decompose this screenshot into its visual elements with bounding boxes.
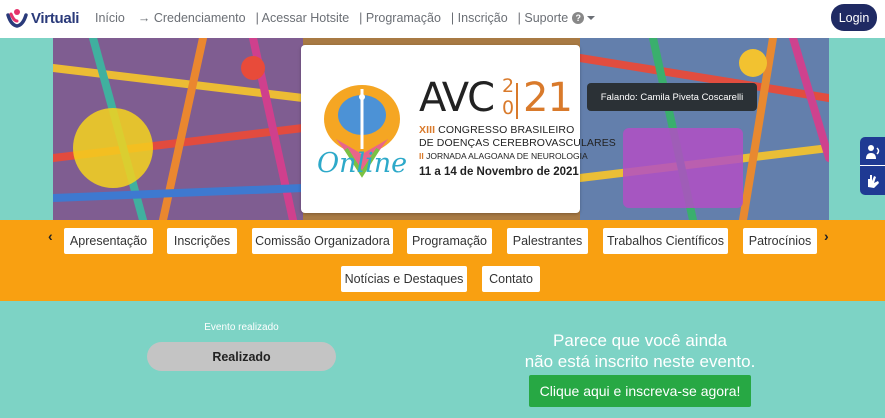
congress-edition: XIII xyxy=(419,124,436,136)
year-divider xyxy=(516,83,518,119)
congress-line-1: XIII CONGRESSO BRASILEIRO xyxy=(419,124,574,136)
login-button[interactable]: Login xyxy=(831,4,877,31)
nav-suporte-label: | Suporte xyxy=(517,11,569,25)
event-status-label: Evento realizado xyxy=(204,322,279,333)
hands-icon xyxy=(867,175,879,188)
event-tab-bar: ‹ › Apresentação Inscrições Comissão Org… xyxy=(0,220,885,301)
tab-palestrantes[interactable]: Palestrantes xyxy=(507,228,588,254)
sign-language-icon xyxy=(865,144,879,159)
accessibility-widget xyxy=(860,137,885,195)
speaker-tooltip: Falando: Camila Piveta Coscarelli xyxy=(587,83,757,111)
registration-message-line-2: não está inscrito neste evento. xyxy=(524,352,756,371)
nav-suporte[interactable]: | Suporte? xyxy=(518,11,596,25)
year-digit-top: 2 xyxy=(502,75,515,97)
virtuali-logo[interactable]: Virtuali xyxy=(6,8,79,28)
congress-line-3: II JORNADA ALAGOANA DE NEUROLOGIA xyxy=(419,151,588,161)
jornada-name: JORNADA ALAGOANA DE NEUROLOGIA xyxy=(423,151,588,161)
congress-line-2: DE DOENÇAS CEREBROVASCULARES xyxy=(419,137,616,149)
tabs-next-arrow[interactable]: › xyxy=(824,228,829,244)
event-status-badge: Realizado xyxy=(147,342,336,371)
tab-noticias-destaques[interactable]: Notícias e Destaques xyxy=(341,266,467,292)
registration-message: Parece que você ainda não está inscrito … xyxy=(510,330,770,372)
banner-title: AVC xyxy=(419,75,495,121)
online-label: Online xyxy=(317,148,408,179)
event-dates: 11 a 14 de Novembro de 2021 xyxy=(419,166,579,178)
year-digit-bottom: 0 xyxy=(502,97,515,119)
nav-programacao[interactable]: | Programação xyxy=(359,11,441,25)
event-logo-card: Online AVC 2 0 21 XIII CONGRESSO BRASILE… xyxy=(301,45,616,213)
tab-apresentacao[interactable]: Apresentação xyxy=(64,228,153,254)
nav-inscricao[interactable]: | Inscrição xyxy=(451,11,508,25)
year-digits: 21 xyxy=(523,75,573,121)
register-now-button[interactable]: Clique aqui e inscreva-se agora! xyxy=(529,375,751,407)
nav-acessar-hotsite[interactable]: | Acessar Hotsite xyxy=(256,11,350,25)
accessibility-libras-button[interactable] xyxy=(860,167,885,195)
congress-name: CONGRESSO BRASILEIRO xyxy=(435,124,575,136)
accessibility-audio-button[interactable] xyxy=(860,138,885,166)
registration-message-line-1: Parece que você ainda xyxy=(553,331,727,350)
help-icon: ? xyxy=(572,12,585,24)
nav-credenciamento[interactable]: → Credenciamento xyxy=(138,11,246,25)
virtuali-logo-icon xyxy=(6,9,28,28)
tab-trabalhos-cientificos[interactable]: Trabalhos Científicos xyxy=(603,228,728,254)
tab-contato[interactable]: Contato xyxy=(482,266,540,292)
brand-name: Virtuali xyxy=(31,9,80,27)
nav-inicio[interactable]: Início xyxy=(95,11,125,25)
nav-links: Início → Credenciamento | Acessar Hotsit… xyxy=(95,11,605,25)
tab-patrocinios[interactable]: Patrocínios xyxy=(743,228,817,254)
top-navbar: Virtuali Início → Credenciamento | Acess… xyxy=(0,0,885,38)
tab-comissao-organizadora[interactable]: Comissão Organizadora xyxy=(252,228,393,254)
event-banner: Online AVC 2 0 21 XIII CONGRESSO BRASILE… xyxy=(53,38,829,220)
tabs-prev-arrow[interactable]: ‹ xyxy=(48,228,53,244)
tab-inscricoes[interactable]: Inscrições xyxy=(167,228,237,254)
chevron-down-icon xyxy=(587,16,596,20)
tab-programacao[interactable]: Programação xyxy=(407,228,492,254)
